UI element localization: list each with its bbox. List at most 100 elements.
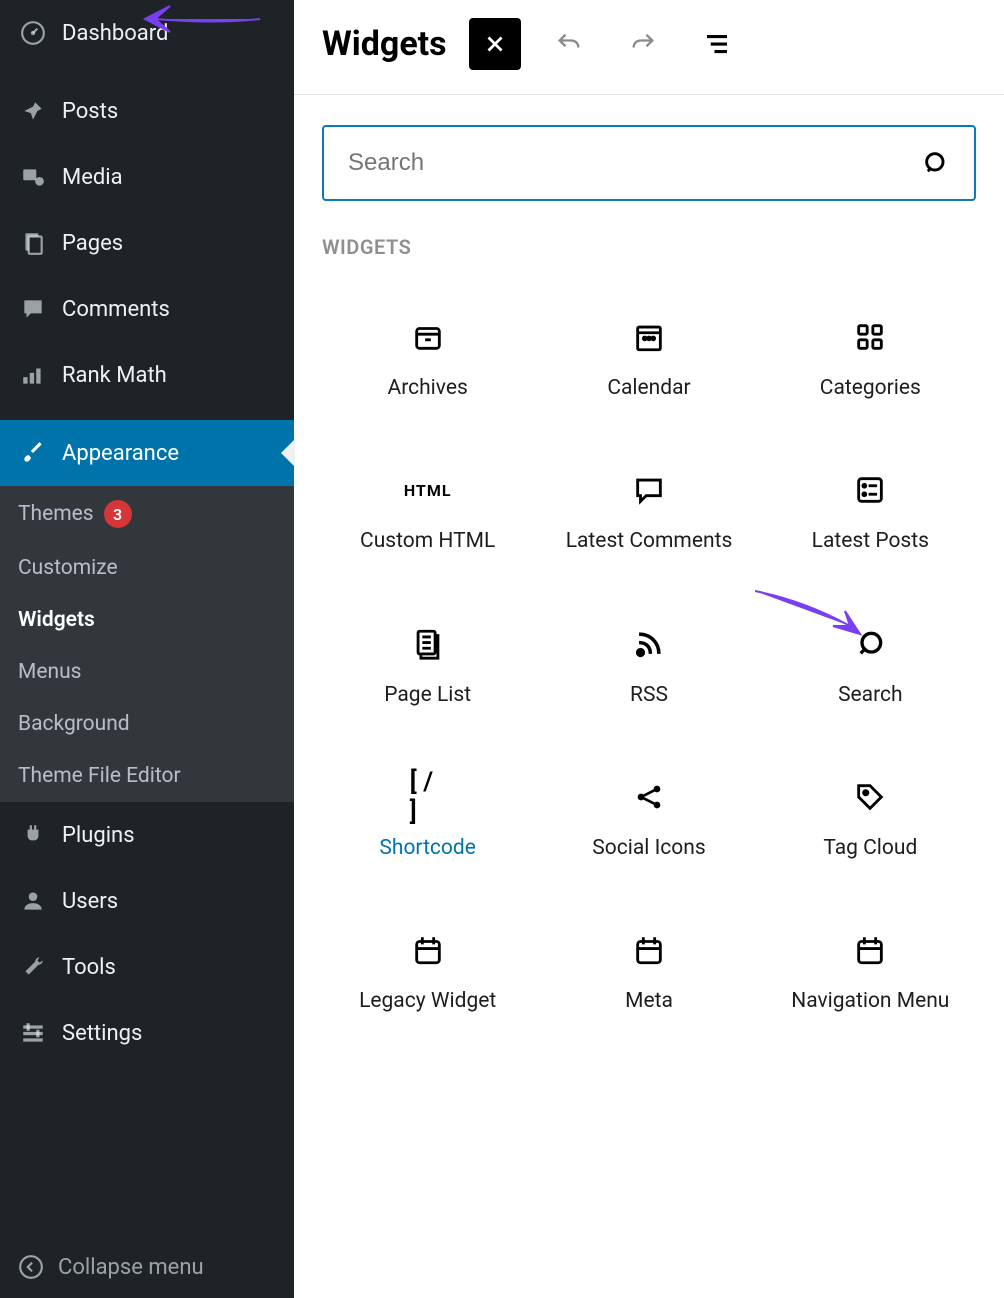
page-title: Widgets [322,24,447,64]
widget-label: RSS [630,682,668,709]
collapse-label: Collapse menu [58,1255,204,1280]
widget-search-box[interactable] [322,125,976,201]
widget-label: Social Icons [592,835,705,862]
tag-icon [852,779,888,815]
sidebar-label: Users [62,889,118,914]
submenu-label: Background [18,712,130,736]
archive-icon [410,319,446,355]
sidebar-item-settings[interactable]: Settings [0,1000,294,1066]
list-view-button[interactable] [691,18,743,70]
search-input[interactable] [348,149,922,177]
widget-navigation-menu[interactable]: Navigation Menu [765,912,976,1035]
notification-badge: 3 [104,500,132,528]
media-icon [18,162,48,192]
sidebar-item-dashboard[interactable]: Dashboard [0,0,294,66]
widget-latest-posts[interactable]: Latest Posts [765,452,976,575]
search-icon [852,626,888,662]
search-icon [922,149,950,177]
chart-icon [18,360,48,390]
undo-icon [555,30,583,58]
appearance-submenu: Themes 3 Customize Widgets Menus Backgro… [0,486,294,802]
collapse-menu-button[interactable]: Collapse menu [0,1236,294,1298]
inserter-content: WIDGETS Archives Calendar Categories HTM… [294,95,1004,1065]
sidebar-label: Posts [62,99,118,124]
sidebar-item-plugins[interactable]: Plugins [0,802,294,868]
widget-label: Custom HTML [360,528,495,555]
widget-social-icons[interactable]: Social Icons [543,759,754,882]
sidebar-item-pages[interactable]: Pages [0,210,294,276]
sidebar-label: Comments [62,297,170,322]
sidebar-label: Appearance [62,441,179,466]
widget-rss[interactable]: RSS [543,606,754,729]
widget-calendar[interactable]: Calendar [543,299,754,422]
sidebar-label: Dashboard [62,21,168,46]
plug-icon [18,820,48,850]
dashboard-icon [18,18,48,48]
submenu-label: Themes [18,502,94,526]
submenu-item-themes[interactable]: Themes 3 [0,486,294,542]
widget-label: Latest Posts [812,528,929,555]
widget-label: Archives [388,375,468,402]
sidebar-item-tools[interactable]: Tools [0,934,294,1000]
submenu-label: Customize [18,556,118,580]
widget-legacy-widget[interactable]: Legacy Widget [322,912,533,1035]
sidebar-item-users[interactable]: Users [0,868,294,934]
sidebar-label: Rank Math [62,363,167,388]
widget-custom-html[interactable]: HTML Custom HTML [322,452,533,575]
redo-button[interactable] [617,18,669,70]
list-view-icon [702,29,732,59]
sidebar-item-media[interactable]: Media [0,144,294,210]
grid-icon [852,319,888,355]
submenu-item-customize[interactable]: Customize [0,542,294,594]
submenu-label: Menus [18,660,81,684]
submenu-label: Widgets [18,608,95,632]
widget-latest-comments[interactable]: Latest Comments [543,452,754,575]
widget-shortcode[interactable]: [ / ] Shortcode [322,759,533,882]
close-icon [482,31,508,57]
share-icon [631,779,667,815]
widget-grid: Archives Calendar Categories HTML Custom… [322,299,976,1035]
widget-label: Navigation Menu [791,988,949,1015]
sidebar-label: Media [62,165,123,190]
main-panel: Widgets WIDGETS Archives Calendar [294,0,1004,1298]
sidebar-label: Pages [62,231,123,256]
widget-label: Meta [625,988,673,1015]
pagelist-icon [410,626,446,662]
widget-label: Legacy Widget [359,988,496,1015]
undo-button[interactable] [543,18,595,70]
sidebar-label: Settings [62,1021,142,1046]
widget-archives[interactable]: Archives [322,299,533,422]
submenu-item-background[interactable]: Background [0,698,294,750]
calendar-icon [852,932,888,968]
widgets-section-label: WIDGETS [322,235,976,259]
calendar-icon [631,932,667,968]
close-inserter-button[interactable] [469,18,521,70]
widget-label: Shortcode [379,835,475,862]
widget-label: Latest Comments [566,528,733,555]
user-icon [18,886,48,916]
widget-search[interactable]: Search [765,606,976,729]
submenu-item-widgets[interactable]: Widgets [0,594,294,646]
sidebar-item-appearance[interactable]: Appearance [0,420,294,486]
widget-label: Tag Cloud [823,835,917,862]
pin-icon [18,96,48,126]
calendar-icon [410,932,446,968]
collapse-icon [18,1254,44,1280]
shortcode-icon: [ / ] [410,779,446,815]
submenu-item-menus[interactable]: Menus [0,646,294,698]
widget-label: Categories [820,375,921,402]
editor-topbar: Widgets [294,0,1004,95]
widget-page-list[interactable]: Page List [322,606,533,729]
redo-icon [629,30,657,58]
sidebar-item-rankmath[interactable]: Rank Math [0,342,294,408]
sidebar-item-comments[interactable]: Comments [0,276,294,342]
submenu-item-theme-file-editor[interactable]: Theme File Editor [0,750,294,802]
admin-sidebar: Dashboard Posts Media Pages Comments Ran… [0,0,294,1298]
widget-label: Page List [384,682,471,709]
widget-categories[interactable]: Categories [765,299,976,422]
widget-tag-cloud[interactable]: Tag Cloud [765,759,976,882]
wrench-icon [18,952,48,982]
sidebar-label: Plugins [62,823,135,848]
sidebar-item-posts[interactable]: Posts [0,78,294,144]
widget-meta[interactable]: Meta [543,912,754,1035]
